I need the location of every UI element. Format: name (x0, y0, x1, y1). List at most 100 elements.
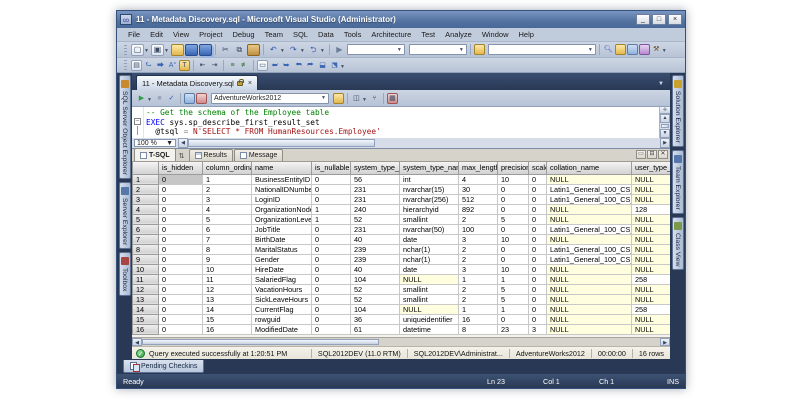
grid-cell[interactable]: NULL (546, 274, 632, 285)
grid-cell[interactable]: rowguid (251, 314, 312, 325)
grid-cell[interactable]: date (399, 264, 459, 275)
grid-cell[interactable]: 0 (497, 194, 529, 205)
grid-cell[interactable]: nchar(1) (399, 254, 459, 265)
grid-cell[interactable]: 0 (528, 184, 547, 195)
row-header[interactable]: 7 (132, 234, 159, 245)
grid-cell[interactable]: 3 (458, 264, 498, 275)
grid-cell[interactable]: HireDate (251, 264, 312, 275)
grid-cell[interactable]: 5 (202, 214, 252, 225)
menu-item-tools[interactable]: Tools (339, 30, 367, 39)
collapse-region-icon[interactable]: – (134, 118, 141, 125)
grid-cell[interactable]: 0 (158, 224, 203, 235)
menu-item-project[interactable]: Project (194, 30, 227, 39)
grid-cell[interactable]: 7 (202, 234, 252, 245)
results-pane-icon[interactable]: ◫ (351, 93, 362, 104)
grid-cell[interactable]: NULL (399, 304, 459, 315)
parameter-info-icon[interactable]: ⮕ (155, 60, 166, 71)
column-header-system_type_id[interactable]: system_type_id (350, 162, 400, 175)
grid-cell[interactable]: 128 (631, 204, 670, 215)
grid-cell[interactable]: 0 (158, 204, 203, 215)
grid-cell[interactable]: 100 (458, 224, 498, 235)
grid-cell[interactable]: 1 (497, 304, 529, 315)
grid-cell[interactable]: nvarchar(15) (399, 184, 459, 195)
grid-cell[interactable]: 0 (528, 194, 547, 205)
grid-cell[interactable]: 2 (458, 214, 498, 225)
grid-cell[interactable]: 0 (311, 174, 351, 185)
menu-item-architecture[interactable]: Architecture (366, 30, 416, 39)
grid-cell[interactable]: LoginID (251, 194, 312, 205)
redo-icon[interactable]: ↷ (287, 44, 300, 56)
grid-cell[interactable]: 239 (350, 244, 400, 255)
scroll-left-icon[interactable]: ◀ (132, 338, 142, 346)
grid-cell[interactable]: 0 (311, 294, 351, 305)
grid-cell[interactable]: 1 (311, 214, 351, 225)
grid-cell[interactable]: NULL (631, 324, 670, 335)
scroll-right-icon[interactable]: ▶ (660, 138, 670, 148)
cancel-query-icon[interactable]: ■ (154, 93, 165, 104)
grid-cell[interactable]: 14 (202, 304, 252, 315)
paste-icon[interactable] (246, 43, 260, 56)
grid-cell[interactable]: BirthDate (251, 234, 312, 245)
grid-cell[interactable]: 0 (497, 244, 529, 255)
scroll-up-icon[interactable]: ▲ (660, 114, 670, 123)
grid-cell[interactable]: 0 (158, 314, 203, 325)
grid-cell[interactable]: NULL (546, 324, 632, 335)
cut-icon[interactable]: ✂ (219, 44, 232, 56)
solution-platforms-combo[interactable]: ▼ (408, 44, 467, 55)
grid-cell[interactable]: 1 (202, 174, 252, 185)
toolbar-overflow-icon[interactable]: ▼ (662, 48, 667, 54)
grid-cell[interactable]: 6 (202, 224, 252, 235)
column-header-column_ordinal[interactable]: column_ordinal (202, 162, 252, 175)
grid-cell[interactable]: MaritalStatus (251, 244, 312, 255)
scroll-track[interactable] (375, 138, 660, 148)
new-query-connection-icon[interactable] (332, 92, 344, 104)
grid-cell[interactable]: 2 (458, 254, 498, 265)
grid-cell[interactable]: 258 (631, 274, 670, 285)
grid-cell[interactable]: 0 (311, 264, 351, 275)
grid-cell[interactable]: 10 (497, 264, 529, 275)
grid-cell[interactable]: 36 (350, 314, 400, 325)
grid-cell[interactable]: 52 (350, 294, 400, 305)
find-icon[interactable]: 🔍︎ (603, 44, 614, 55)
grid-cell[interactable]: 0 (311, 224, 351, 235)
grid-cell[interactable]: 10 (497, 174, 529, 185)
increase-indent-icon[interactable]: ⇥ (209, 60, 220, 71)
grid-cell[interactable]: CurrentFlag (251, 304, 312, 315)
grid-cell[interactable]: 40 (350, 264, 400, 275)
row-header[interactable]: 15 (132, 314, 159, 325)
grid-cell[interactable]: 258 (631, 304, 670, 315)
grid-cell[interactable]: 0 (158, 174, 203, 185)
column-header-is_nullable[interactable]: is_nullable (311, 162, 351, 175)
grid-cell[interactable]: 3 (528, 324, 547, 335)
grid-cell[interactable]: 0 (528, 294, 547, 305)
grid-cell[interactable]: 0 (528, 224, 547, 235)
grid-cell[interactable]: 240 (350, 204, 400, 215)
grid-cell[interactable]: OrganizationLevel (251, 214, 312, 225)
grid-cell[interactable]: NULL (546, 284, 632, 295)
column-header-scale[interactable]: scale (528, 162, 547, 175)
grid-cell[interactable]: 0 (311, 314, 351, 325)
save-all-icon[interactable] (198, 43, 212, 56)
prev-bookmark-folder-icon[interactable]: ⮪ (293, 60, 304, 71)
document-tab[interactable]: 11 - Metadata Discovery.sql × (136, 75, 258, 90)
menu-item-help[interactable]: Help (514, 30, 539, 39)
pane-close-icon[interactable]: ✕ (658, 150, 668, 159)
grid-cell[interactable]: 4 (458, 174, 498, 185)
grid-cell[interactable]: 0 (311, 304, 351, 315)
grid-cell[interactable]: 0 (311, 274, 351, 285)
tab-results[interactable]: Results (188, 149, 233, 161)
code-line[interactable]: @tsql = N'SELECT * FROM HumanResources.E… (146, 127, 659, 137)
scroll-down-icon[interactable]: ▼ (660, 129, 670, 138)
menu-item-team[interactable]: Team (260, 30, 288, 39)
grid-corner-header[interactable] (132, 162, 159, 175)
editor-zoom-combo[interactable]: 100 % ▼ (134, 139, 176, 147)
grid-cell[interactable]: 2 (458, 294, 498, 305)
column-header-is_hidden[interactable]: is_hidden (158, 162, 203, 175)
toolbar-grip[interactable] (124, 60, 127, 70)
grid-cell[interactable]: BusinessEntityID (251, 174, 312, 185)
code-line[interactable]: -- Get the schema of the Employee table (146, 108, 659, 118)
grid-cell[interactable]: Latin1_General_100_CS_AS (546, 244, 632, 255)
grid-cell[interactable]: smallint (399, 284, 459, 295)
grid-cell[interactable]: OrganizationNode (251, 204, 312, 215)
column-header-max_length[interactable]: max_length (458, 162, 498, 175)
